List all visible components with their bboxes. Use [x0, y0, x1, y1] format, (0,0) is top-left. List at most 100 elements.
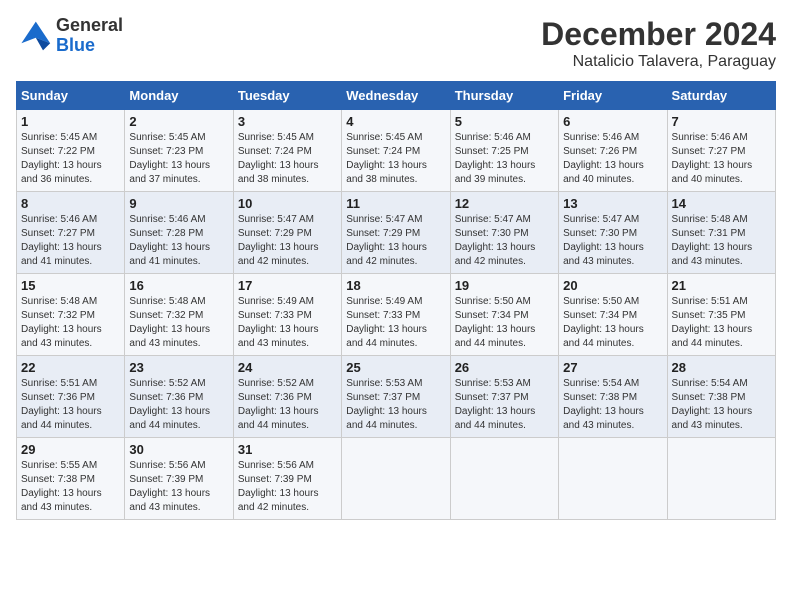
weekday-header-sunday: Sunday — [17, 82, 125, 110]
calendar-cell: 29 Sunrise: 5:55 AMSunset: 7:38 PMDayligh… — [17, 438, 125, 520]
day-detail: Sunrise: 5:45 AMSunset: 7:22 PMDaylight:… — [21, 132, 102, 185]
day-detail: Sunrise: 5:47 AMSunset: 7:29 PMDaylight:… — [238, 214, 319, 267]
day-detail: Sunrise: 5:46 AMSunset: 7:27 PMDaylight:… — [21, 214, 102, 267]
month-title: December 2024 — [541, 16, 776, 53]
day-number: 23 — [129, 360, 228, 375]
calendar-cell: 22Sunrise: 5:51 AMSunset: 7:36 PMDayligh… — [17, 356, 125, 438]
day-detail: Sunrise: 5:52 AMSunset: 7:36 PMDaylight:… — [129, 378, 210, 431]
calendar-cell: 8Sunrise: 5:46 AMSunset: 7:27 PMDaylight… — [17, 192, 125, 274]
calendar-week-row: 29 Sunrise: 5:55 AMSunset: 7:38 PMDayligh… — [17, 438, 776, 520]
weekday-header-tuesday: Tuesday — [233, 82, 341, 110]
day-number: 1 — [21, 114, 120, 129]
calendar-cell — [559, 438, 667, 520]
day-detail: Sunrise: 5:45 AMSunset: 7:24 PMDaylight:… — [238, 132, 319, 185]
day-detail: Sunrise: 5:47 AMSunset: 7:30 PMDaylight:… — [563, 214, 644, 267]
calendar-cell: 9Sunrise: 5:46 AMSunset: 7:28 PMDaylight… — [125, 192, 233, 274]
day-detail: Sunrise: 5:48 AMSunset: 7:31 PMDaylight:… — [672, 214, 753, 267]
weekday-header-friday: Friday — [559, 82, 667, 110]
calendar-week-row: 15Sunrise: 5:48 AMSunset: 7:32 PMDayligh… — [17, 274, 776, 356]
calendar-cell: 19Sunrise: 5:50 AMSunset: 7:34 PMDayligh… — [450, 274, 558, 356]
day-number: 12 — [455, 196, 554, 211]
day-number: 7 — [672, 114, 771, 129]
day-detail: Sunrise: 5:46 AMSunset: 7:26 PMDaylight:… — [563, 132, 644, 185]
day-number: 13 — [563, 196, 662, 211]
day-number: 21 — [672, 278, 771, 293]
calendar-cell — [450, 438, 558, 520]
day-number: 14 — [672, 196, 771, 211]
calendar-cell: 30 Sunrise: 5:56 AMSunset: 7:39 PMDayligh… — [125, 438, 233, 520]
calendar-cell: 4Sunrise: 5:45 AMSunset: 7:24 PMDaylight… — [342, 110, 450, 192]
location-title: Natalicio Talavera, Paraguay — [541, 53, 776, 71]
day-detail: Sunrise: 5:46 AMSunset: 7:28 PMDaylight:… — [129, 214, 210, 267]
calendar-cell: 16 Sunrise: 5:48 AMSunset: 7:32 PMDayligh… — [125, 274, 233, 356]
day-number: 29 — [21, 442, 120, 457]
day-detail: Sunrise: 5:51 AMSunset: 7:35 PMDaylight:… — [672, 296, 753, 349]
calendar-cell: 26 Sunrise: 5:53 AMSunset: 7:37 PMDayligh… — [450, 356, 558, 438]
page-header: General Blue December 2024 Natalicio Tal… — [16, 16, 776, 71]
day-detail: Sunrise: 5:49 AMSunset: 7:33 PMDaylight:… — [238, 296, 319, 349]
day-number: 28 — [672, 360, 771, 375]
logo-text: General Blue — [56, 16, 123, 56]
logo-line2: Blue — [56, 36, 123, 56]
calendar-cell: 5 Sunrise: 5:46 AMSunset: 7:25 PMDaylight… — [450, 110, 558, 192]
calendar-cell: 28 Sunrise: 5:54 AMSunset: 7:38 PMDayligh… — [667, 356, 775, 438]
logo-line1: General — [56, 16, 123, 36]
day-detail: Sunrise: 5:46 AMSunset: 7:25 PMDaylight:… — [455, 132, 536, 185]
day-detail: Sunrise: 5:55 AMSunset: 7:38 PMDaylight:… — [21, 460, 102, 513]
calendar-cell: 15Sunrise: 5:48 AMSunset: 7:32 PMDayligh… — [17, 274, 125, 356]
calendar-cell: 23 Sunrise: 5:52 AMSunset: 7:36 PMDayligh… — [125, 356, 233, 438]
day-number: 30 — [129, 442, 228, 457]
calendar-cell: 21 Sunrise: 5:51 AMSunset: 7:35 PMDayligh… — [667, 274, 775, 356]
calendar-cell: 7Sunrise: 5:46 AMSunset: 7:27 PMDaylight… — [667, 110, 775, 192]
weekday-header-thursday: Thursday — [450, 82, 558, 110]
day-detail: Sunrise: 5:54 AMSunset: 7:38 PMDaylight:… — [672, 378, 753, 431]
day-detail: Sunrise: 5:48 AMSunset: 7:32 PMDaylight:… — [129, 296, 210, 349]
calendar-cell — [667, 438, 775, 520]
day-number: 20 — [563, 278, 662, 293]
weekday-header-wednesday: Wednesday — [342, 82, 450, 110]
calendar-cell: 10 Sunrise: 5:47 AMSunset: 7:29 PMDayligh… — [233, 192, 341, 274]
calendar-cell: 17 Sunrise: 5:49 AMSunset: 7:33 PMDayligh… — [233, 274, 341, 356]
calendar-cell: 20Sunrise: 5:50 AMSunset: 7:34 PMDayligh… — [559, 274, 667, 356]
calendar-cell: 27 Sunrise: 5:54 AMSunset: 7:38 PMDayligh… — [559, 356, 667, 438]
day-detail: Sunrise: 5:54 AMSunset: 7:38 PMDaylight:… — [563, 378, 644, 431]
day-number: 24 — [238, 360, 337, 375]
day-number: 25 — [346, 360, 445, 375]
weekday-header-monday: Monday — [125, 82, 233, 110]
calendar-cell: 13 Sunrise: 5:47 AMSunset: 7:30 PMDayligh… — [559, 192, 667, 274]
day-number: 26 — [455, 360, 554, 375]
day-number: 6 — [563, 114, 662, 129]
day-number: 31 — [238, 442, 337, 457]
calendar-cell: 6 Sunrise: 5:46 AMSunset: 7:26 PMDaylight… — [559, 110, 667, 192]
logo-icon — [16, 18, 52, 54]
day-detail: Sunrise: 5:53 AMSunset: 7:37 PMDaylight:… — [455, 378, 536, 431]
day-number: 10 — [238, 196, 337, 211]
calendar-cell: 25 Sunrise: 5:53 AMSunset: 7:37 PMDayligh… — [342, 356, 450, 438]
day-number: 17 — [238, 278, 337, 293]
day-detail: Sunrise: 5:53 AMSunset: 7:37 PMDaylight:… — [346, 378, 427, 431]
calendar-cell: 31 Sunrise: 5:56 AMSunset: 7:39 PMDayligh… — [233, 438, 341, 520]
day-detail: Sunrise: 5:50 AMSunset: 7:34 PMDaylight:… — [455, 296, 536, 349]
calendar-table: SundayMondayTuesdayWednesdayThursdayFrid… — [16, 81, 776, 520]
day-detail: Sunrise: 5:47 AMSunset: 7:29 PMDaylight:… — [346, 214, 427, 267]
day-detail: Sunrise: 5:56 AMSunset: 7:39 PMDaylight:… — [238, 460, 319, 513]
day-detail: Sunrise: 5:52 AMSunset: 7:36 PMDaylight:… — [238, 378, 319, 431]
day-detail: Sunrise: 5:48 AMSunset: 7:32 PMDaylight:… — [21, 296, 102, 349]
calendar-cell: 11 Sunrise: 5:47 AMSunset: 7:29 PMDayligh… — [342, 192, 450, 274]
calendar-cell: 3 Sunrise: 5:45 AMSunset: 7:24 PMDaylight… — [233, 110, 341, 192]
day-number: 11 — [346, 196, 445, 211]
calendar-cell: 18Sunrise: 5:49 AMSunset: 7:33 PMDayligh… — [342, 274, 450, 356]
day-detail: Sunrise: 5:51 AMSunset: 7:36 PMDaylight:… — [21, 378, 102, 431]
day-number: 5 — [455, 114, 554, 129]
calendar-cell: 2Sunrise: 5:45 AMSunset: 7:23 PMDaylight… — [125, 110, 233, 192]
calendar-week-row: 1 Sunrise: 5:45 AMSunset: 7:22 PMDaylight… — [17, 110, 776, 192]
calendar-cell: 12Sunrise: 5:47 AMSunset: 7:30 PMDayligh… — [450, 192, 558, 274]
day-number: 16 — [129, 278, 228, 293]
calendar-week-row: 22Sunrise: 5:51 AMSunset: 7:36 PMDayligh… — [17, 356, 776, 438]
day-number: 27 — [563, 360, 662, 375]
day-number: 3 — [238, 114, 337, 129]
day-detail: Sunrise: 5:56 AMSunset: 7:39 PMDaylight:… — [129, 460, 210, 513]
logo: General Blue — [16, 16, 123, 56]
day-number: 4 — [346, 114, 445, 129]
day-detail: Sunrise: 5:49 AMSunset: 7:33 PMDaylight:… — [346, 296, 427, 349]
